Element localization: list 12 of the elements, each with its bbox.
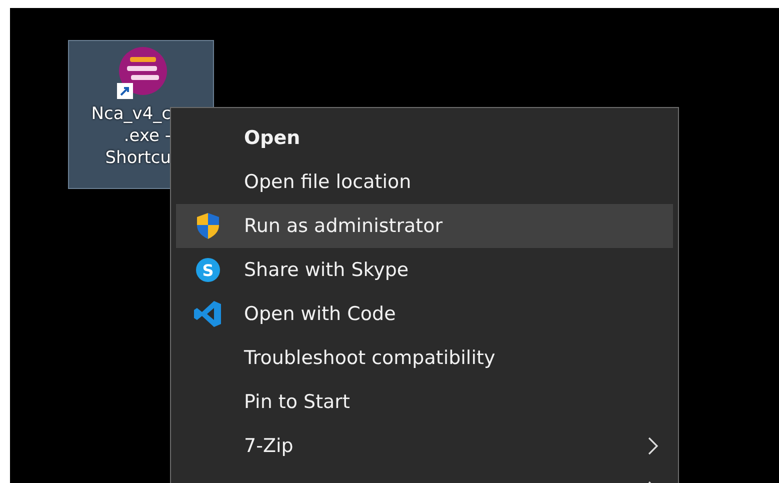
menu-item[interactable]: 7-Zip (176, 424, 673, 468)
code-editor-icon (193, 299, 223, 329)
menu-item[interactable]: Troubleshoot compatibility (176, 336, 673, 380)
skype-icon: S (195, 257, 221, 283)
shortcut-label: .exe - (124, 125, 171, 147)
menu-item[interactable]: Open with Code (176, 292, 673, 336)
menu-item[interactable]: Run as administrator (176, 204, 673, 248)
menu-item[interactable]: Pin to Start (176, 380, 673, 424)
shield-icon (195, 212, 221, 240)
shortcut-label: Shortcu (105, 147, 171, 169)
menu-item[interactable]: S Share with Skype (176, 248, 673, 292)
shortcut-label: Nca_v4_c (91, 103, 171, 125)
